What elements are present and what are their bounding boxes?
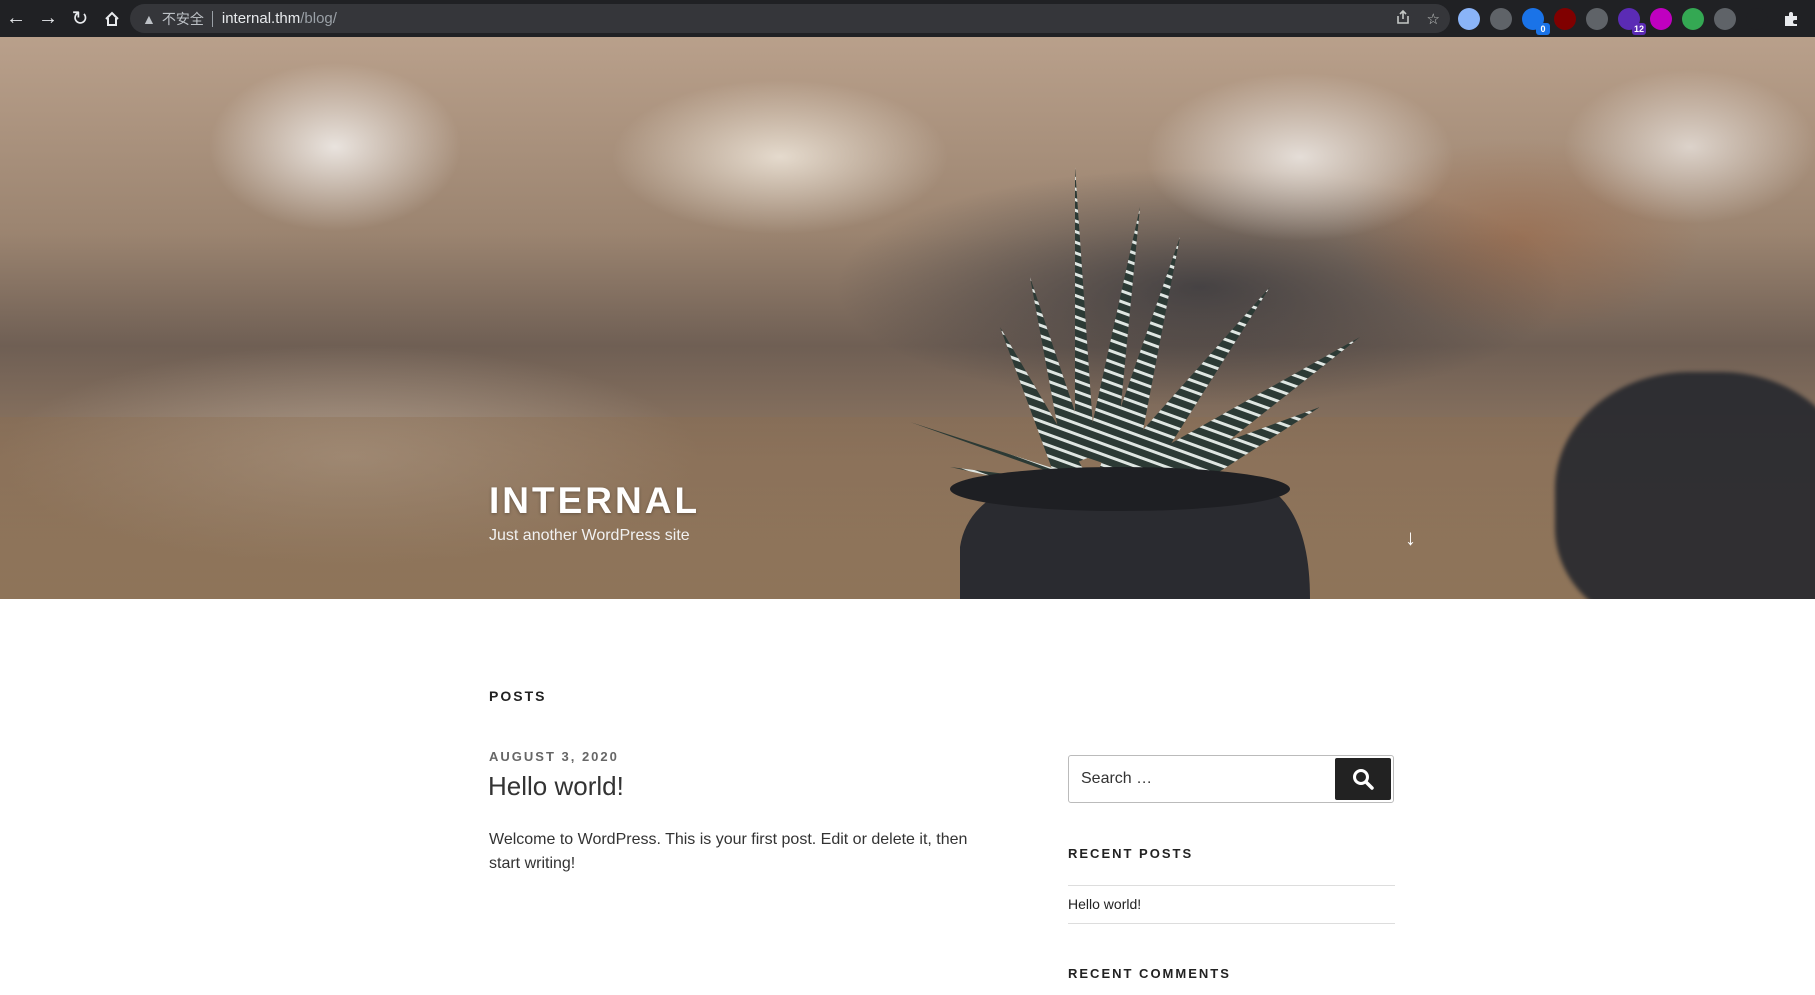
extensions-puzzle-icon[interactable] [1775,0,1807,37]
grey-puzzle-ext-icon[interactable] [1714,7,1736,30]
scroll-down-arrow-icon[interactable]: ↓ [1405,525,1416,551]
hero-succulent-image [910,167,1360,599]
mask-ext-icon[interactable] [1746,7,1768,30]
post-date[interactable]: AUGUST 3, 2020 [489,749,619,764]
search-widget [1068,755,1394,803]
home-icon[interactable] [96,0,128,37]
hero-background-pot [1555,372,1815,599]
site-description: Just another WordPress site [489,527,690,544]
recent-post-link[interactable]: Hello world! [1068,896,1141,912]
puzzle-purple-ext-icon[interactable]: 12 [1618,7,1646,35]
green-ring-ext-icon[interactable] [1682,7,1704,30]
recent-posts-list: Hello world! [1068,885,1395,924]
hero-header: INTERNAL Just another WordPress site ↓ [0,37,1815,599]
circle-ext-icon[interactable] [1458,7,1480,30]
back-icon[interactable]: ← [0,0,32,37]
reload-icon[interactable]: ↻ [64,0,96,37]
share-icon[interactable] [1395,9,1411,29]
browser-toolbar: ← → ↻ ▲ 不安全 internal.thm/blog/ ☆ 0 12 [0,0,1815,37]
lr-ext-icon[interactable] [1650,7,1672,30]
insecure-label: 不安全 [161,10,204,27]
glasses-ext-icon[interactable] [1490,7,1512,30]
extension-badge: 12 [1631,22,1646,35]
forward-icon[interactable]: → [32,0,64,37]
url-host: internal.thm [221,10,301,27]
warning-icon: ▲ [142,10,156,27]
address-bar[interactable]: ▲ 不安全 internal.thm/blog/ ☆ [130,4,1450,33]
search-button[interactable] [1335,758,1391,800]
extension-badge: 0 [1536,22,1550,35]
ublock-ext-icon[interactable] [1554,7,1576,30]
divider [211,10,213,27]
shield-ext-icon[interactable]: 0 [1522,7,1550,35]
site-title[interactable]: INTERNAL [489,480,700,522]
omnibox-actions: ☆ [1395,4,1440,33]
bookmark-star-icon[interactable]: ☆ [1427,10,1440,28]
cloud-ext-icon[interactable] [1586,7,1608,30]
url-path: /blog/ [300,10,337,27]
search-input[interactable] [1070,757,1332,801]
post-excerpt: Welcome to WordPress. This is your first… [489,831,968,872]
posts-heading: POSTS [489,688,547,704]
post-title[interactable]: Hello world! [488,771,624,802]
recent-comments-title: RECENT COMMENTS [1068,966,1231,981]
extensions-bar: 0 12 [1458,0,1768,37]
search-icon [1353,769,1374,790]
recent-posts-title: RECENT POSTS [1068,846,1194,861]
